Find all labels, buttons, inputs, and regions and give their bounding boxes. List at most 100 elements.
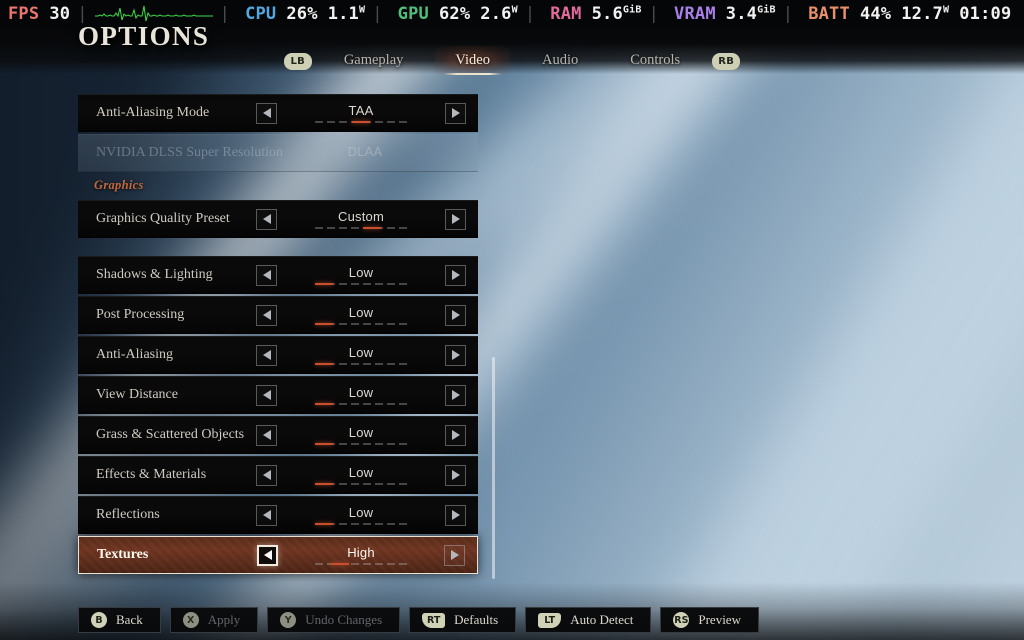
- hud-vram-value: 3.4GiB: [725, 3, 776, 24]
- setting-label: NVIDIA DLSS Super Resolution: [96, 145, 284, 160]
- setting-row-anti-aliasing[interactable]: Anti-Aliasing Low: [78, 336, 478, 374]
- preview-button[interactable]: RS Preview: [660, 607, 759, 633]
- setting-label: Graphics Quality Preset: [96, 211, 230, 226]
- setting-value-area: Low: [277, 337, 445, 373]
- chevron-right-icon[interactable]: [445, 208, 466, 230]
- right-bumper-icon[interactable]: RB: [712, 52, 741, 70]
- chevron-left-icon[interactable]: [256, 384, 277, 406]
- button-y-icon: Y: [280, 612, 297, 628]
- tab-video[interactable]: Video: [429, 45, 516, 75]
- setting-label: Post Processing: [96, 307, 185, 322]
- chevron-left-icon[interactable]: [256, 208, 277, 230]
- setting-value: Low: [348, 265, 374, 280]
- value-track: [315, 523, 407, 525]
- chevron-right-icon[interactable]: [445, 464, 466, 486]
- chevron-left-icon[interactable]: [256, 304, 277, 326]
- tab-audio[interactable]: Audio: [516, 49, 604, 74]
- setting-value: High: [347, 545, 375, 560]
- setting-value: Low: [348, 385, 374, 400]
- chevron-right-icon[interactable]: [445, 344, 466, 366]
- chevron-left-icon[interactable]: [256, 102, 277, 124]
- button-x-icon: X: [182, 612, 199, 628]
- chevron-left-icon[interactable]: [256, 464, 277, 486]
- chevron-right-icon[interactable]: [445, 264, 466, 286]
- auto-detect-button[interactable]: LT Auto Detect: [525, 607, 652, 633]
- hud-gpu-usage: 62%: [438, 3, 471, 24]
- value-track: [315, 121, 407, 123]
- value-track: [315, 363, 407, 365]
- apply-button-label: Apply: [207, 612, 241, 627]
- hud-batt-label: BATT: [808, 3, 850, 24]
- tab-gameplay[interactable]: Gameplay: [318, 49, 430, 74]
- undo-changes-button[interactable]: Y Undo Changes: [267, 607, 401, 633]
- hud-sep-3: |: [372, 3, 383, 24]
- chevron-left-icon[interactable]: [256, 424, 277, 446]
- chevron-right-icon[interactable]: [445, 304, 466, 326]
- hud-batt-percent: 44%: [859, 3, 892, 24]
- hud-sep-4: |: [524, 3, 536, 24]
- value-track: [315, 483, 407, 485]
- setting-value: Low: [348, 425, 374, 440]
- setting-value-area: Low: [277, 377, 445, 413]
- setting-value: Low: [348, 465, 374, 480]
- chevron-right-icon[interactable]: [445, 424, 466, 446]
- setting-row-shadows-lighting[interactable]: Shadows & Lighting Low: [78, 256, 478, 294]
- setting-value-area: Low: [277, 417, 445, 453]
- vertical-scrollbar[interactable]: [492, 357, 495, 579]
- hud-sep-6: |: [782, 3, 794, 24]
- undo-changes-button-label: Undo Changes: [305, 612, 383, 627]
- value-track: [315, 323, 407, 325]
- defaults-button-label: Defaults: [454, 612, 499, 627]
- performance-hud-bar: FPS 30 | | CPU 26% 1.1W | GPU 62% 2.6W |…: [0, 0, 1024, 27]
- setting-row-textures[interactable]: Textures High: [78, 536, 478, 574]
- value-track: [315, 227, 407, 229]
- setting-label: Anti-Aliasing: [96, 347, 173, 362]
- tab-bar: LB Gameplay Video Audio Controls RB: [0, 45, 1024, 75]
- tab-controls[interactable]: Controls: [604, 49, 706, 74]
- setting-value: Low: [348, 345, 374, 360]
- chevron-right-icon[interactable]: [445, 102, 466, 124]
- hud-sep-1: |: [77, 3, 88, 24]
- setting-label: Grass & Scattered Objects: [96, 427, 245, 442]
- setting-row-nvidia-dlss-super-resolution: NVIDIA DLSS Super Resolution DLAA: [78, 134, 478, 172]
- panel-gap: [78, 240, 478, 256]
- stick-rs-icon: RS: [673, 612, 690, 628]
- setting-value-area: Low: [277, 497, 445, 533]
- setting-row-effects-materials[interactable]: Effects & Materials Low: [78, 456, 478, 494]
- setting-row-graphics-quality-preset[interactable]: Graphics Quality Preset Custom: [78, 200, 478, 238]
- setting-value: TAA: [348, 103, 374, 118]
- setting-value-area: Custom: [277, 201, 445, 237]
- chevron-left-icon[interactable]: [256, 264, 277, 286]
- hud-cpu-label: CPU: [245, 3, 277, 24]
- setting-row-grass-scattered-objects[interactable]: Grass & Scattered Objects Low: [78, 416, 478, 454]
- setting-value-area: Low: [277, 457, 445, 493]
- chevron-left-icon[interactable]: [257, 544, 278, 566]
- hud-sep-2: |: [219, 3, 231, 24]
- value-track: [315, 283, 407, 285]
- auto-detect-button-label: Auto Detect: [570, 612, 634, 627]
- footer-button-bar: B Back X Apply Y Undo Changes RT Default…: [0, 600, 1024, 640]
- back-button[interactable]: B Back: [78, 607, 161, 633]
- preview-button-label: Preview: [698, 612, 741, 627]
- chevron-right-icon[interactable]: [444, 544, 465, 566]
- setting-row-post-processing[interactable]: Post Processing Low: [78, 296, 478, 334]
- hud-gpu-power: 2.6W: [480, 3, 518, 24]
- chevron-right-icon[interactable]: [445, 384, 466, 406]
- setting-row-anti-aliasing-mode[interactable]: Anti-Aliasing Mode TAA: [78, 94, 478, 132]
- hud-gpu-label: GPU: [397, 3, 429, 24]
- setting-value: Low: [348, 305, 374, 320]
- hud-ram-label: RAM: [550, 3, 582, 24]
- setting-row-view-distance[interactable]: View Distance Low: [78, 376, 478, 414]
- setting-value-area: TAA: [277, 95, 445, 131]
- settings-panel: Anti-Aliasing Mode TAA NVIDIA DLSS Super…: [78, 94, 478, 580]
- apply-button[interactable]: X Apply: [169, 607, 259, 633]
- chevron-left-icon[interactable]: [256, 504, 277, 526]
- chevron-left-icon[interactable]: [256, 344, 277, 366]
- value-track: [315, 443, 407, 445]
- setting-row-reflections[interactable]: Reflections Low: [78, 496, 478, 534]
- chevron-right-icon[interactable]: [445, 504, 466, 526]
- setting-label: Reflections: [96, 507, 160, 522]
- setting-value: DLAA: [347, 144, 383, 159]
- left-bumper-icon[interactable]: LB: [283, 52, 312, 70]
- defaults-button[interactable]: RT Defaults: [409, 607, 517, 633]
